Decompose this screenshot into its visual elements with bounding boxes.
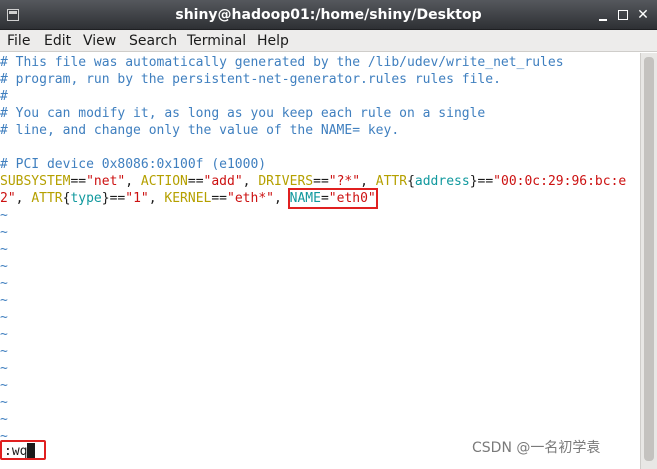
menu-terminal[interactable]: Terminal [187, 30, 246, 52]
name-key: NAME [289, 191, 321, 206]
operator: == [211, 191, 228, 206]
attr-key: ATTR [31, 191, 63, 206]
kernel-key: KERNEL [164, 191, 212, 206]
title-bar[interactable]: shiny@hadoop01:/home/shiny/Desktop ✕ [0, 0, 657, 30]
operator: = [320, 191, 329, 206]
tilde-line: ~ [0, 293, 8, 308]
brace: } [469, 174, 478, 189]
comment-line: # PCI device 0x8086:0x100f (e1000) [0, 157, 267, 172]
tilde-line: ~ [0, 208, 8, 223]
action-value: "add" [203, 174, 243, 189]
comment-line: # [0, 89, 8, 104]
command-line[interactable]: :wq [0, 440, 46, 460]
separator: , [148, 191, 165, 206]
comment-line: # line, and change only the value of the… [0, 123, 400, 138]
address-value-cont: 2" [0, 191, 16, 206]
rule-line-2: 2", ATTR{type}=="1", KERNEL=="eth*", NAM… [0, 188, 378, 209]
separator: , [242, 174, 259, 189]
operator: == [313, 174, 329, 189]
comment-line: # program, run by the persistent-net-gen… [0, 72, 501, 87]
tilde-line: ~ [0, 361, 8, 376]
menu-help[interactable]: Help [257, 30, 289, 52]
menu-edit[interactable]: Edit [44, 30, 71, 52]
minimize-icon[interactable] [596, 8, 610, 22]
menu-search[interactable]: Search [129, 30, 177, 52]
maximize-icon[interactable] [616, 8, 630, 22]
vertical-scrollbar[interactable] [640, 53, 657, 469]
type-value: "1" [125, 191, 149, 206]
name-value: "eth0" [328, 191, 376, 206]
tilde-line: ~ [0, 412, 8, 427]
tilde-line: ~ [0, 276, 8, 291]
subsystem-key: SUBSYSTEM [0, 174, 71, 189]
separator: , [15, 191, 32, 206]
terminal-window: shiny@hadoop01:/home/shiny/Desktop ✕ Fil… [0, 0, 657, 469]
window-title: shiny@hadoop01:/home/shiny/Desktop [175, 7, 482, 23]
separator: , [360, 174, 376, 189]
command-text: :wq [4, 444, 28, 459]
separator: , [273, 191, 290, 206]
operator: == [187, 174, 204, 189]
brace: { [407, 174, 415, 189]
drivers-value: "?*" [328, 174, 361, 189]
watermark-text: CSDN @一名初学袁 [472, 440, 601, 456]
type-attr: type [70, 191, 102, 206]
brace: } [101, 191, 110, 206]
separator: , [125, 174, 141, 189]
menu-bar: File Edit View Search Terminal Help [0, 30, 657, 52]
comment-line: # This file was automatically generated … [0, 55, 564, 70]
address-value: "00:0c:29:96:bc:e [493, 174, 627, 189]
tilde-line: ~ [0, 225, 8, 240]
kernel-value: "eth*" [227, 191, 274, 206]
scrollbar-thumb[interactable] [644, 57, 654, 461]
tilde-line: ~ [0, 344, 8, 359]
tilde-line: ~ [0, 395, 8, 410]
tilde-line: ~ [0, 310, 8, 325]
rule-line-1: SUBSYSTEM=="net", ACTION=="add", DRIVERS… [0, 173, 626, 190]
terminal-content[interactable]: # This file was automatically generated … [0, 53, 640, 469]
tilde-line: ~ [0, 242, 8, 257]
text-cursor [27, 443, 36, 458]
close-icon[interactable]: ✕ [636, 8, 650, 22]
menu-file[interactable]: File [7, 30, 30, 52]
name-highlight-box: NAME="eth0" [287, 188, 378, 209]
operator: == [70, 174, 87, 189]
tilde-line: ~ [0, 378, 8, 393]
action-key: ACTION [140, 174, 188, 189]
tilde-line: ~ [0, 327, 8, 342]
menu-view[interactable]: View [83, 30, 116, 52]
tilde-line: ~ [0, 259, 8, 274]
operator: == [477, 174, 494, 189]
attr-key: ATTR [375, 174, 408, 189]
operator: == [109, 191, 126, 206]
drivers-key: DRIVERS [258, 174, 314, 189]
comment-line: # You can modify it, as long as you keep… [0, 106, 486, 121]
subsystem-value: "net" [86, 174, 126, 189]
address-attr: address [414, 174, 470, 189]
